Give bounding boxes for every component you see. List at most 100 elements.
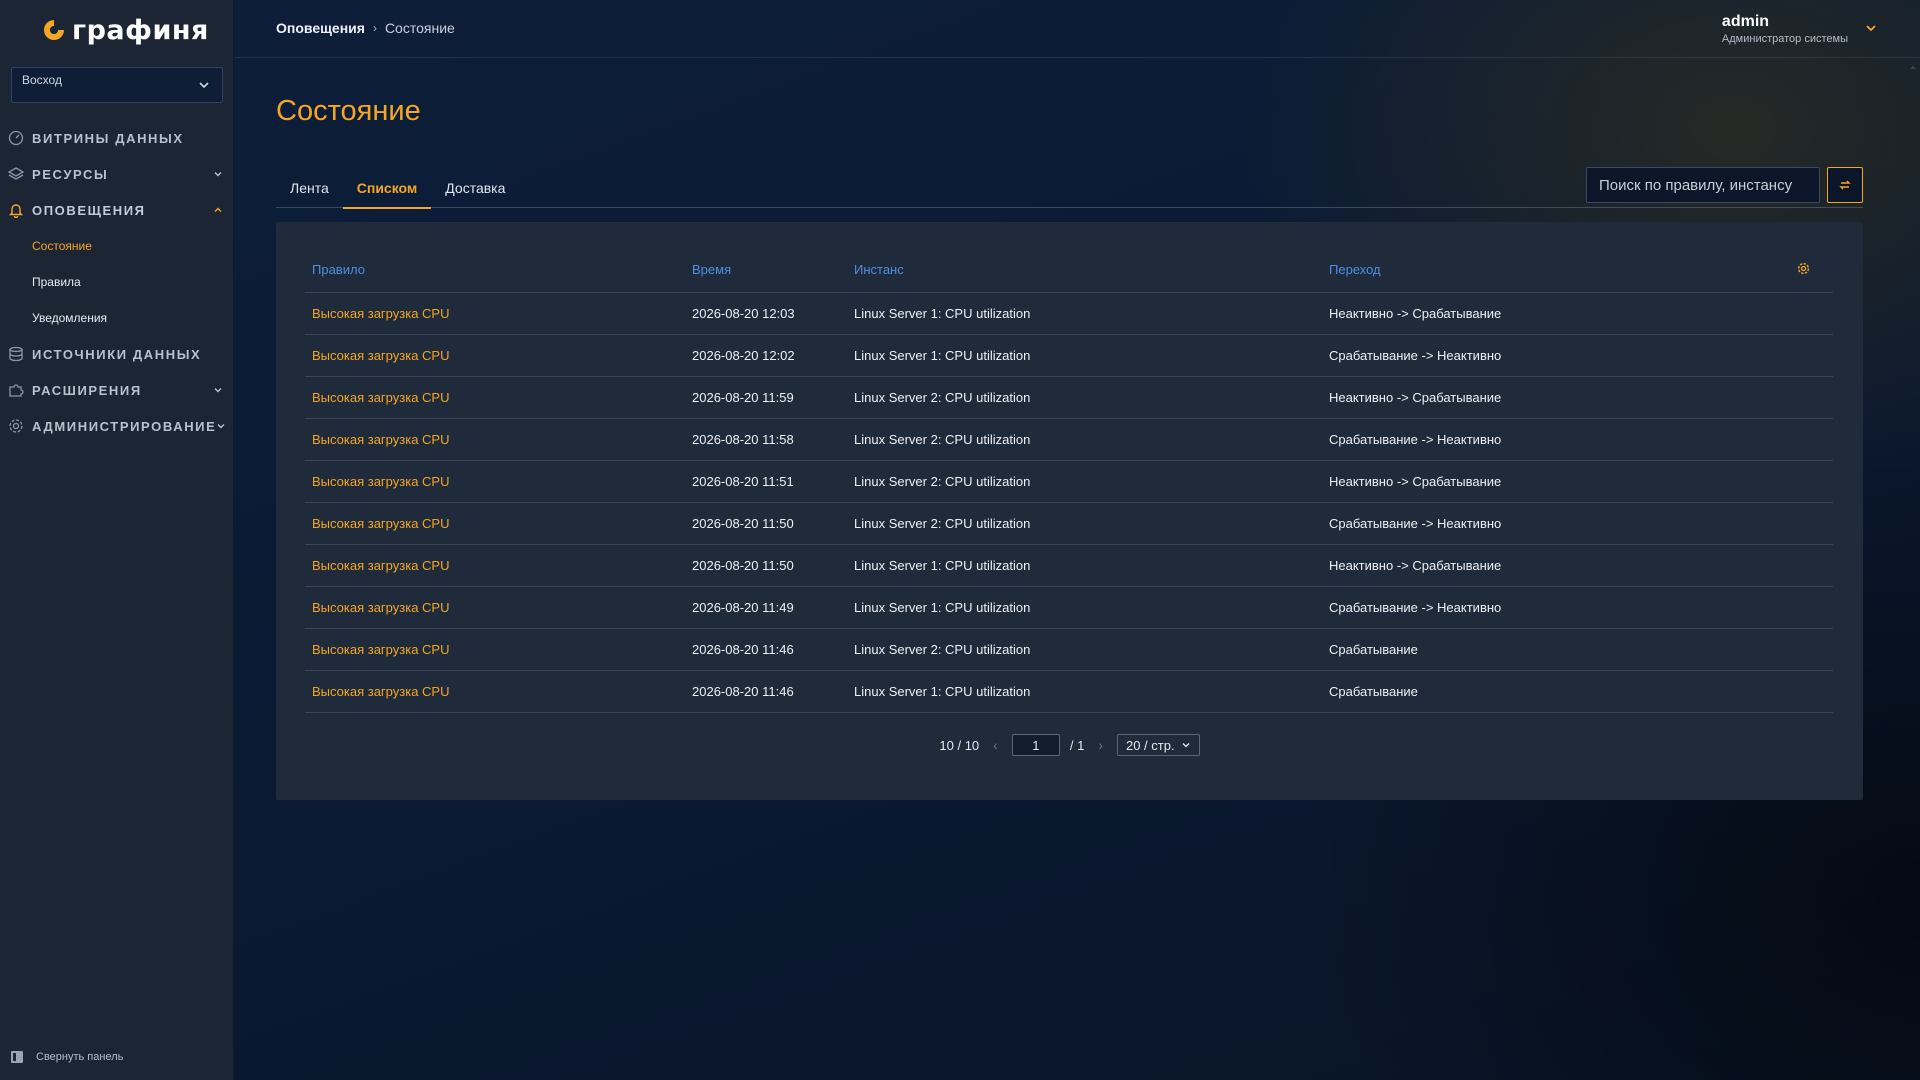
logo[interactable]: графиня xyxy=(42,14,209,46)
sidebar-item-label: Источники данных xyxy=(32,346,202,362)
scroll-up-icon xyxy=(1910,66,1916,69)
user-role: Администратор системы xyxy=(1721,33,1848,45)
column-header-instance[interactable]: Инстанс xyxy=(847,248,1322,293)
puzzle-icon xyxy=(8,382,24,398)
column-header-transition[interactable]: Переход xyxy=(1322,248,1773,293)
gear-icon xyxy=(8,418,24,434)
sidebar-subitem-rules[interactable]: Правила xyxy=(0,264,234,300)
column-header-rule[interactable]: Правило xyxy=(305,248,685,293)
sidebar-item-label: Администрирование xyxy=(32,418,217,434)
chevron-down-icon xyxy=(216,420,226,432)
tab-list[interactable]: Списком xyxy=(342,168,432,209)
row-instance: Linux Server 1: CPU utilization xyxy=(847,586,1322,629)
row-instance: Linux Server 1: CPU utilization xyxy=(847,544,1322,587)
tab-delivery[interactable]: Доставка xyxy=(431,168,519,208)
row-time: 2026-08-20 11:46 xyxy=(685,628,847,671)
sidebar-item-alerts[interactable]: Оповещения xyxy=(0,192,234,228)
org-select-value: Восход xyxy=(22,73,62,87)
page-number-input[interactable] xyxy=(1011,734,1060,756)
table-row: Высокая загрузка CPU 2026-08-20 11:50 Li… xyxy=(305,502,1833,545)
sidebar-item-datasources[interactable]: Источники данных xyxy=(0,336,234,372)
row-rule-link[interactable]: Высокая загрузка CPU xyxy=(305,502,685,545)
row-rule-link[interactable]: Высокая загрузка CPU xyxy=(305,670,685,713)
dashboard-icon xyxy=(8,130,24,146)
sidebar-item-label: Витрины данных xyxy=(32,130,184,146)
column-settings-button[interactable] xyxy=(1773,248,1833,293)
row-transition: Срабатывание -> Неактивно xyxy=(1322,586,1833,629)
logo-icon xyxy=(44,20,64,40)
panel-collapse-icon xyxy=(11,1051,23,1063)
row-instance: Linux Server 2: CPU utilization xyxy=(847,460,1322,503)
state-table-panel: Правило Время Инстанс Переход Высокая за… xyxy=(276,222,1863,800)
collapse-panel-label: Свернуть панель xyxy=(36,1051,124,1063)
table-row: Высокая загрузка CPU 2026-08-20 11:50 Li… xyxy=(305,544,1833,587)
sidebar: графиня Восход Витрины данных Ресурсы Оп… xyxy=(0,0,234,1080)
row-transition: Неактивно -> Срабатывание xyxy=(1322,460,1833,503)
collapse-panel-button[interactable]: Свернуть панель xyxy=(10,1050,123,1064)
row-time: 2026-08-20 11:58 xyxy=(685,418,847,461)
user-name: admin xyxy=(1721,13,1770,30)
row-rule-link[interactable]: Высокая загрузка CPU xyxy=(305,460,685,503)
column-header-time[interactable]: Время xyxy=(685,248,847,293)
user-info: admin Администратор системы xyxy=(1722,13,1848,45)
sidebar-item-label: Расширения xyxy=(32,382,142,398)
chevron-down-icon xyxy=(212,168,224,180)
row-instance: Linux Server 1: CPU utilization xyxy=(847,292,1322,335)
table-row: Высокая загрузка CPU 2026-08-20 11:46 Li… xyxy=(305,628,1833,671)
pagination: 10 / 10 ‹ / 1 › 20 / стр. xyxy=(276,734,1863,756)
row-transition: Неактивно -> Срабатывание xyxy=(1322,376,1833,419)
table-row: Высокая загрузка CPU 2026-08-20 11:49 Li… xyxy=(305,586,1833,629)
row-time: 2026-08-20 11:49 xyxy=(685,586,847,629)
row-rule-link[interactable]: Высокая загрузка CPU xyxy=(305,628,685,671)
row-rule-link[interactable]: Высокая загрузка CPU xyxy=(305,376,685,419)
prev-page-button[interactable]: ‹ xyxy=(989,737,1002,753)
sidebar-subitem-notifications[interactable]: Уведомления xyxy=(0,300,234,336)
table-row: Высокая загрузка CPU 2026-08-20 11:51 Li… xyxy=(305,460,1833,503)
row-rule-link[interactable]: Высокая загрузка CPU xyxy=(305,544,685,587)
database-icon xyxy=(8,346,24,362)
page-size-select[interactable]: 20 / стр. xyxy=(1116,734,1200,756)
row-transition: Срабатывание -> Неактивно xyxy=(1322,418,1833,461)
next-page-button[interactable]: › xyxy=(1094,737,1107,753)
table-row: Высокая загрузка CPU 2026-08-20 11:58 Li… xyxy=(305,418,1833,461)
gear-icon xyxy=(1797,262,1809,274)
refresh-button[interactable] xyxy=(1827,167,1863,203)
table-row: Высокая загрузка CPU 2026-08-20 11:59 Li… xyxy=(305,376,1833,419)
topbar: Оповещения › Состояние admin Администрат… xyxy=(234,0,1920,58)
page-scrollbar[interactable] xyxy=(1906,60,1920,1080)
breadcrumb-item-state: Состояние xyxy=(384,20,455,36)
sidebar-item-resources[interactable]: Ресурсы xyxy=(0,156,234,192)
tab-feed[interactable]: Лента xyxy=(276,168,343,208)
refresh-icon xyxy=(1839,180,1851,190)
chevron-down-icon xyxy=(199,82,209,89)
row-rule-link[interactable]: Высокая загрузка CPU xyxy=(305,586,685,629)
state-table: Правило Время Инстанс Переход Высокая за… xyxy=(305,248,1833,713)
row-instance: Linux Server 2: CPU utilization xyxy=(847,628,1322,671)
search-input[interactable] xyxy=(1586,167,1820,203)
row-rule-link[interactable]: Высокая загрузка CPU xyxy=(305,292,685,335)
row-time: 2026-08-20 11:46 xyxy=(685,670,847,713)
breadcrumb-item-alerts[interactable]: Оповещения xyxy=(276,20,365,36)
chevron-down-icon xyxy=(1182,743,1190,748)
page-size-value: 20 / стр. xyxy=(1125,737,1175,753)
layers-icon xyxy=(8,166,24,182)
breadcrumb: Оповещения › Состояние xyxy=(276,20,455,36)
row-transition: Неактивно -> Срабатывание xyxy=(1322,292,1833,335)
row-rule-link[interactable]: Высокая загрузка CPU xyxy=(305,418,685,461)
chevron-down-icon xyxy=(1866,25,1876,32)
row-transition: Срабатывание xyxy=(1322,670,1833,713)
row-transition: Срабатывание xyxy=(1322,628,1833,671)
bell-icon xyxy=(8,202,24,218)
user-menu[interactable]: admin Администратор системы xyxy=(1722,13,1878,45)
sidebar-subitem-state[interactable]: Состояние xyxy=(0,228,234,264)
row-rule-link[interactable]: Высокая загрузка CPU xyxy=(305,334,685,377)
chevron-down-icon xyxy=(212,384,224,396)
sidebar-item-dashboards[interactable]: Витрины данных xyxy=(0,120,234,156)
sidebar-item-plugins[interactable]: Расширения xyxy=(0,372,234,408)
row-instance: Linux Server 1: CPU utilization xyxy=(847,670,1322,713)
org-select[interactable]: Восход xyxy=(11,67,223,103)
sidebar-item-admin[interactable]: Администрирование xyxy=(0,408,234,444)
sidebar-nav: Витрины данных Ресурсы Оповещения Состоя… xyxy=(0,120,234,444)
table-row: Высокая загрузка CPU 2026-08-20 11:46 Li… xyxy=(305,670,1833,713)
table-header-row: Правило Время Инстанс Переход xyxy=(305,248,1833,293)
